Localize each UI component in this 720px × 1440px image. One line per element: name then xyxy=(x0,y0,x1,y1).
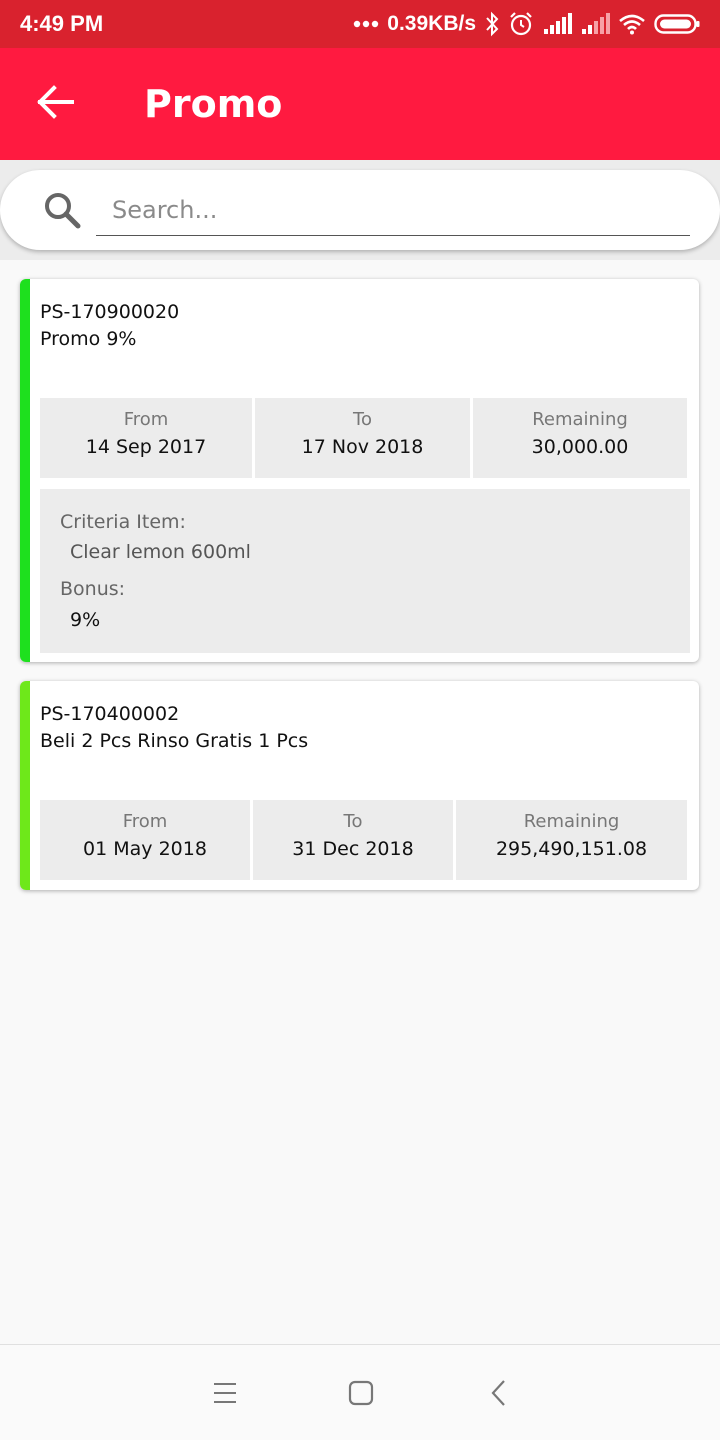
search-box xyxy=(0,170,720,250)
bonus-value: 9% xyxy=(70,609,101,631)
remaining-cell: Remaining 30,000.00 xyxy=(473,398,687,478)
signal-icon xyxy=(542,13,572,35)
from-value: 01 May 2018 xyxy=(83,838,207,860)
arrow-left-icon xyxy=(36,85,74,123)
app-bar: Promo xyxy=(0,48,720,160)
criteria-label: Criteria Item: xyxy=(60,511,186,533)
home-icon[interactable] xyxy=(341,1373,381,1413)
remaining-value: 295,490,151.08 xyxy=(495,838,648,860)
to-cell: To 31 Dec 2018 xyxy=(253,800,453,880)
remaining-label: Remaining xyxy=(532,409,628,430)
from-value: 14 Sep 2017 xyxy=(85,436,207,458)
promo-status-bar xyxy=(20,279,30,662)
wifi-icon xyxy=(618,13,646,35)
remaining-value: 30,000.00 xyxy=(531,436,629,458)
search-icon[interactable] xyxy=(42,190,82,234)
bluetooth-icon xyxy=(484,11,500,37)
promo-name: Promo 9% xyxy=(40,328,137,350)
to-value: 31 Dec 2018 xyxy=(292,838,414,860)
from-label: From xyxy=(122,811,168,832)
status-icons: 0.39KB/s xyxy=(353,11,700,37)
status-bar: 4:49 PM 0.39KB/s xyxy=(0,0,720,48)
page-title: Promo xyxy=(144,82,283,126)
from-label: From xyxy=(123,409,169,430)
from-cell: From 01 May 2018 xyxy=(40,800,250,880)
promo-card[interactable]: PS-170400002 Beli 2 Pcs Rinso Gratis 1 P… xyxy=(20,681,699,890)
status-time: 4:49 PM xyxy=(20,11,104,36)
system-nav-bar xyxy=(0,1344,720,1440)
promo-code: PS-170900020 xyxy=(40,301,180,323)
remaining-cell: Remaining 295,490,151.08 xyxy=(456,800,687,880)
to-label: To xyxy=(343,811,363,832)
promo-code: PS-170400002 xyxy=(40,703,180,725)
to-value: 17 Nov 2018 xyxy=(301,436,424,458)
promo-name: Beli 2 Pcs Rinso Gratis 1 Pcs xyxy=(40,730,309,752)
back-button[interactable] xyxy=(10,48,100,160)
criteria-box: Criteria Item: Clear lemon 600ml Bonus: … xyxy=(40,489,690,653)
promo-status-bar xyxy=(20,681,30,890)
battery-icon xyxy=(654,13,700,35)
search-area xyxy=(0,160,720,260)
to-cell: To 17 Nov 2018 xyxy=(255,398,470,478)
network-speed: 0.39KB/s xyxy=(387,12,476,35)
dots-icon xyxy=(353,20,379,28)
promo-period-row: From 14 Sep 2017 To 17 Nov 2018 Remainin… xyxy=(40,398,687,478)
from-cell: From 14 Sep 2017 xyxy=(40,398,252,478)
promo-period-row: From 01 May 2018 To 31 Dec 2018 Remainin… xyxy=(40,800,687,880)
promo-card[interactable]: PS-170900020 Promo 9% From 14 Sep 2017 T… xyxy=(20,279,699,662)
back-icon[interactable] xyxy=(479,1373,519,1413)
search-input[interactable] xyxy=(96,184,690,236)
alarm-icon xyxy=(508,11,534,37)
criteria-item: Clear lemon 600ml xyxy=(70,541,251,563)
to-label: To xyxy=(353,409,372,430)
signal-icon xyxy=(580,13,610,35)
bonus-label: Bonus: xyxy=(60,578,126,600)
menu-icon[interactable] xyxy=(205,1373,245,1413)
remaining-label: Remaining xyxy=(523,811,620,832)
